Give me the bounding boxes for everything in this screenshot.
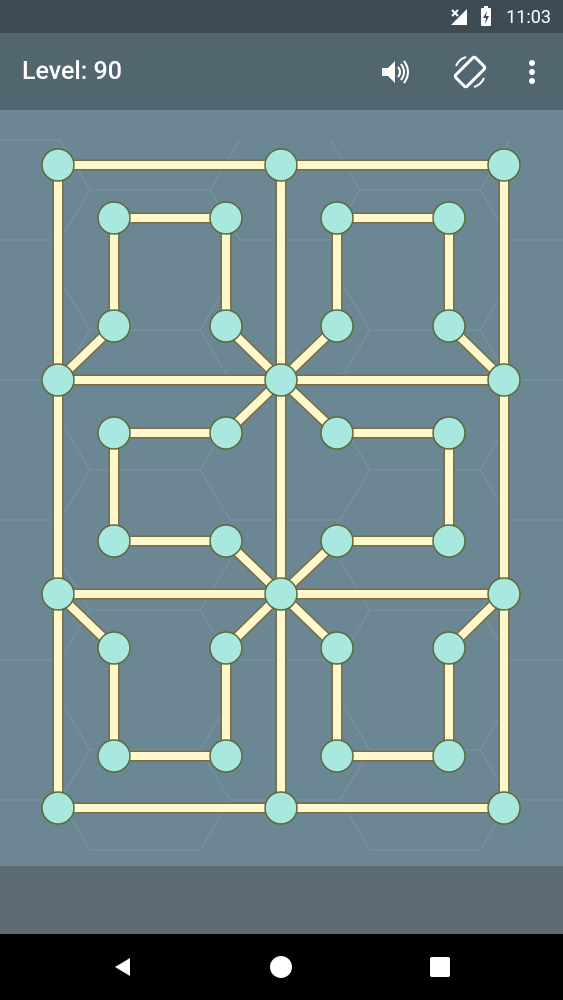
graph-node[interactable]	[487, 148, 521, 182]
graph-node[interactable]	[432, 309, 466, 343]
graph-node[interactable]	[320, 631, 354, 665]
recents-icon	[430, 957, 450, 977]
graph-node[interactable]	[264, 363, 298, 397]
back-icon	[115, 958, 130, 976]
graph-node[interactable]	[97, 309, 131, 343]
graph-node[interactable]	[97, 739, 131, 773]
navigation-bar	[0, 934, 563, 1000]
graph-node[interactable]	[209, 309, 243, 343]
graph-node[interactable]	[209, 524, 243, 558]
status-bar: 11:03	[0, 0, 563, 33]
graph-node[interactable]	[97, 416, 131, 450]
game-board[interactable]	[0, 110, 563, 866]
signal-off-icon	[451, 9, 467, 25]
graph-node[interactable]	[320, 416, 354, 450]
more-options-button[interactable]	[510, 50, 554, 94]
more-vert-icon	[529, 60, 535, 84]
status-icons	[449, 6, 493, 28]
graph-node[interactable]	[209, 416, 243, 450]
status-time: 11:03	[506, 7, 551, 28]
graph-node[interactable]	[320, 201, 354, 235]
graph-node[interactable]	[320, 739, 354, 773]
graph-node[interactable]	[487, 577, 521, 611]
recents-button[interactable]	[420, 947, 460, 987]
sound-icon	[382, 60, 409, 84]
home-button[interactable]	[261, 947, 301, 987]
rotate-icon	[453, 55, 487, 89]
graph-node[interactable]	[41, 148, 75, 182]
graph-node[interactable]	[41, 791, 75, 825]
graph-node[interactable]	[41, 577, 75, 611]
graph-node[interactable]	[487, 791, 521, 825]
graph-node[interactable]	[487, 363, 521, 397]
level-title: Level: 90	[22, 57, 122, 86]
graph-node[interactable]	[264, 148, 298, 182]
graph-node[interactable]	[432, 739, 466, 773]
graph-node[interactable]	[264, 577, 298, 611]
back-button[interactable]	[103, 947, 143, 987]
graph-node[interactable]	[97, 631, 131, 665]
graph-node[interactable]	[97, 201, 131, 235]
graph-node[interactable]	[209, 739, 243, 773]
graph-node[interactable]	[432, 524, 466, 558]
graph-node[interactable]	[432, 416, 466, 450]
home-icon	[270, 956, 292, 978]
graph-node[interactable]	[209, 631, 243, 665]
rotate-button[interactable]	[448, 50, 492, 94]
bottom-strip	[0, 866, 563, 934]
graph-node[interactable]	[41, 363, 75, 397]
graph-node[interactable]	[432, 201, 466, 235]
graph-node[interactable]	[320, 524, 354, 558]
battery-charging-icon	[481, 6, 491, 26]
app-bar: Level: 90	[0, 33, 563, 110]
graph-node[interactable]	[320, 309, 354, 343]
graph-node[interactable]	[264, 791, 298, 825]
puzzle-graph[interactable]	[0, 110, 563, 866]
graph-node[interactable]	[432, 631, 466, 665]
graph-node[interactable]	[97, 524, 131, 558]
graph-node[interactable]	[209, 201, 243, 235]
edges-layer	[52, 159, 510, 814]
sound-button[interactable]	[372, 50, 416, 94]
